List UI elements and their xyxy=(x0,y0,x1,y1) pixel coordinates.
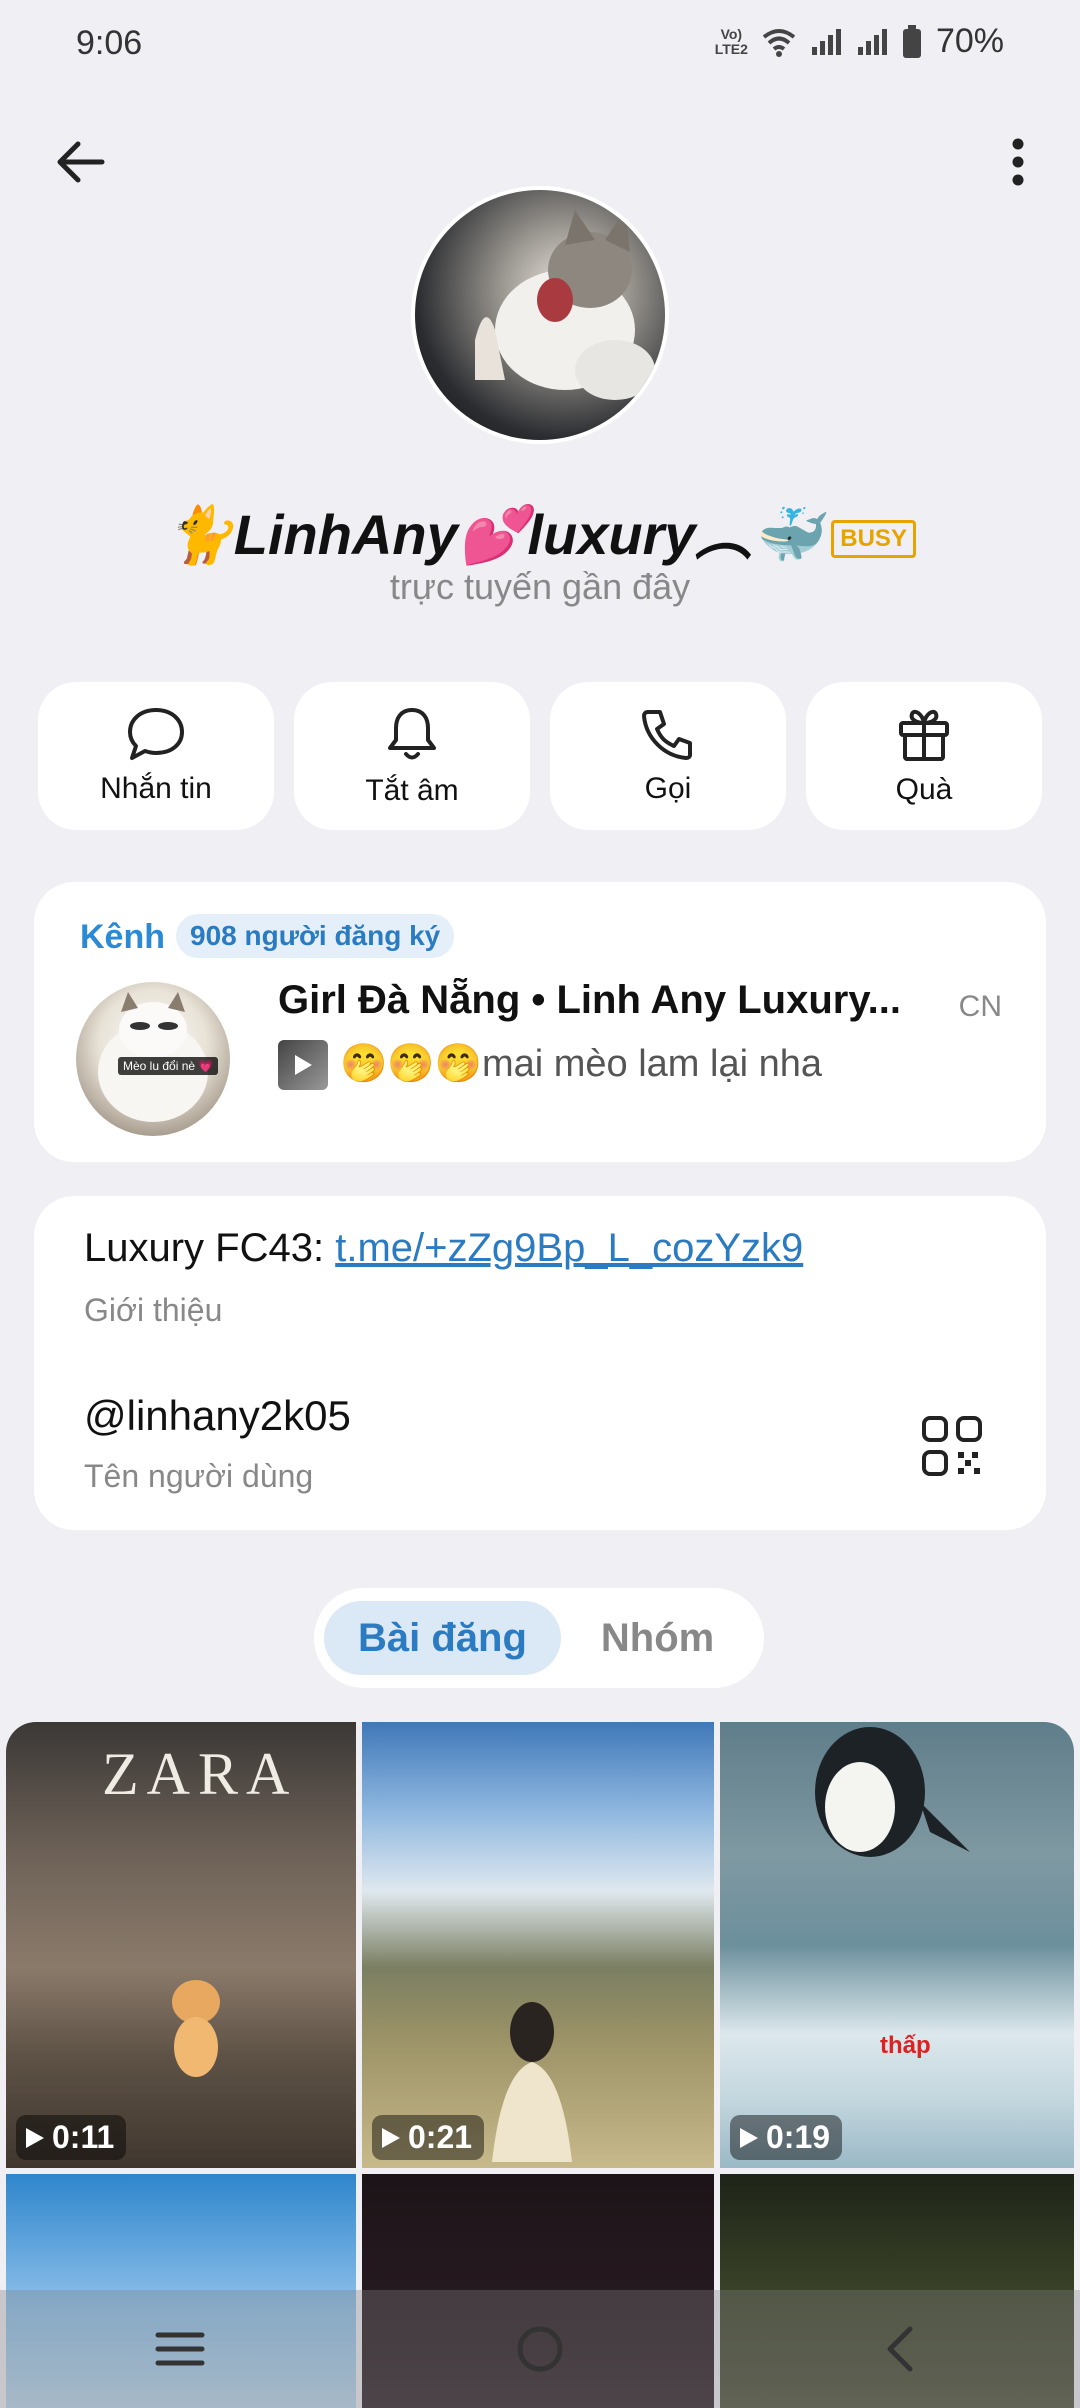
media-overlay-text: thấp xyxy=(880,2032,931,2059)
channel-last-post-day: CN xyxy=(958,990,1002,1023)
bio-text: Luxury FC43: xyxy=(84,1226,336,1270)
bio-link[interactable]: t.me/+zZg9Bp_L_cozYzk9 xyxy=(335,1226,803,1270)
play-icon xyxy=(382,2127,400,2148)
channel-avatar: Mèo lu đổi nè 💗 xyxy=(76,982,230,1136)
mute-label: Tắt âm xyxy=(365,774,459,807)
message-icon xyxy=(128,708,184,760)
signal-icon-1 xyxy=(811,28,841,55)
system-nav-bar xyxy=(0,2290,1080,2408)
play-icon xyxy=(295,1055,312,1075)
username-caption: Tên người dùng xyxy=(84,1458,314,1494)
gift-button[interactable]: Quà xyxy=(806,682,1042,830)
profile-name-row: 🐈LinhAny💕luxury︵🐳 BUSY xyxy=(0,490,1080,571)
tab-posts[interactable]: Bài đăng xyxy=(324,1601,561,1675)
qr-code-icon xyxy=(922,1416,982,1476)
channel-card[interactable]: Kênh 908 người đăng ký Mèo lu đổi nè 💗 G… xyxy=(34,882,1046,1162)
arrow-left-icon xyxy=(57,141,105,183)
duration-text: 0:19 xyxy=(766,2119,831,2155)
profile-screen: 9:06 Vo) LTE2 70% 🐈LinhAny💕luxury︵🐳 BUSY… xyxy=(0,0,1080,2408)
play-icon xyxy=(740,2127,758,2148)
qr-code-button[interactable] xyxy=(920,1414,984,1478)
girl-figure-image xyxy=(492,2002,572,2162)
status-icons: Vo) LTE2 70% xyxy=(715,22,1004,61)
phone-icon xyxy=(642,710,692,760)
play-icon xyxy=(26,2127,44,2148)
cat-avatar-image xyxy=(475,210,655,400)
channel-avatar-caption: Mèo lu đổi nè 💗 xyxy=(118,1057,219,1075)
action-buttons: Nhắn tin Tắt âm Gọi Quà xyxy=(38,682,1042,830)
duration-text: 0:11 xyxy=(52,2119,115,2155)
signal-icon-2 xyxy=(857,28,887,55)
penguin-image xyxy=(815,1727,970,1857)
chevron-left-icon xyxy=(887,2326,913,2372)
channel-title: Kênh xyxy=(80,918,165,956)
recent-apps-button[interactable] xyxy=(135,2304,225,2394)
duration-text: 0:21 xyxy=(408,2119,473,2155)
busy-badge: BUSY xyxy=(831,520,916,559)
subscriber-count: 908 người đăng ký xyxy=(176,914,455,958)
media-tile[interactable]: 0:21 xyxy=(362,1722,714,2168)
recent-apps-icon xyxy=(155,2332,205,2366)
channel-name: Girl Đà Nẵng • Linh Any Luxury... xyxy=(278,978,901,1022)
message-label: Nhắn tin xyxy=(100,772,212,805)
bell-icon xyxy=(388,708,436,760)
wifi-icon xyxy=(762,28,796,57)
video-duration: 0:11 xyxy=(16,2115,127,2160)
gift-icon xyxy=(899,709,949,761)
profile-avatar[interactable] xyxy=(415,190,665,440)
back-button[interactable] xyxy=(48,130,112,194)
home-circle-icon xyxy=(517,2326,563,2372)
media-tile[interactable]: ZARA 0:11 xyxy=(6,1722,356,2168)
video-duration: 0:21 xyxy=(372,2115,485,2160)
media-overlay-text: ZARA xyxy=(102,1741,298,1807)
home-button[interactable] xyxy=(495,2304,585,2394)
channel-last-message: 🤭🤭🤭mai mèo lam lại nha xyxy=(340,1043,822,1085)
message-button[interactable]: Nhắn tin xyxy=(38,682,274,830)
info-card: Luxury FC43: t.me/+zZg9Bp_L_cozYzk9 Giới… xyxy=(34,1196,1046,1530)
lte-indicator: Vo) LTE2 xyxy=(714,25,748,57)
battery-icon xyxy=(902,24,921,58)
call-button[interactable]: Gọi xyxy=(550,682,786,830)
content-tabs: Bài đăng Nhóm xyxy=(314,1588,764,1688)
profile-name: 🐈LinhAny💕luxury︵🐳 xyxy=(164,503,822,566)
cat-figure-image xyxy=(172,1980,220,2077)
more-vertical-icon xyxy=(1012,138,1024,186)
status-time: 9:06 xyxy=(76,24,143,62)
status-bar: 9:06 Vo) LTE2 70% xyxy=(0,0,1080,92)
more-options-button[interactable] xyxy=(986,130,1050,194)
mute-button[interactable]: Tắt âm xyxy=(294,682,530,830)
bio-caption: Giới thiệu xyxy=(84,1292,223,1328)
battery-percent: 70% xyxy=(935,22,1004,60)
message-thumbnail xyxy=(278,1040,328,1090)
gift-label: Quà xyxy=(895,773,953,806)
username[interactable]: @linhany2k05 xyxy=(84,1392,351,1440)
bio-row: Luxury FC43: t.me/+zZg9Bp_L_cozYzk9 xyxy=(84,1226,803,1271)
video-duration: 0:19 xyxy=(730,2115,843,2160)
last-seen-status: trực tuyến gần đây xyxy=(389,566,691,607)
tab-groups[interactable]: Nhóm xyxy=(567,1601,748,1675)
system-back-button[interactable] xyxy=(855,2304,945,2394)
media-tile[interactable]: thấp 0:19 xyxy=(720,1722,1074,2168)
call-label: Gọi xyxy=(644,772,692,805)
